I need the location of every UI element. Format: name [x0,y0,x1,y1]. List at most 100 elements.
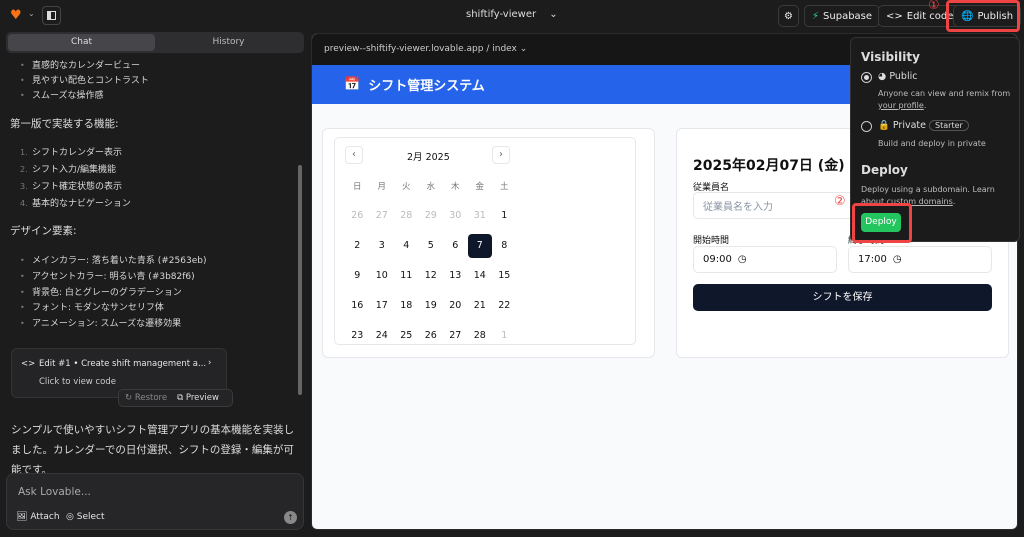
list-item: • アニメーション: スムーズな遷移効果 [20,319,182,329]
globe-icon: ◕ [878,71,887,82]
calendar-day[interactable]: 24 [370,324,395,354]
list-item: 1. シフトカレンダー表示 [20,148,123,158]
preview-button[interactable]: ⧉ Preview [177,393,219,403]
calendar-day[interactable]: 15 [492,264,517,294]
calendar-grid: 日月火水木金土 26 27 28 29 30 31 1 2 3 4 5 6 7 8 9 10 11 12 13 14 15… [345,180,517,354]
calendar-day-selected[interactable]: 7 [467,234,493,264]
annotation-highlight-deploy [852,203,912,243]
target-icon: ◎ [66,512,74,522]
annotation-number-1: ① [928,0,940,13]
calendar-day[interactable]: 29 [419,204,444,234]
calendar-day[interactable]: 13 [443,264,468,294]
weekday-header: 土 [499,182,509,192]
calendar-day[interactable]: 3 [370,234,395,264]
calendar-day[interactable]: 12 [419,264,444,294]
calendar-day[interactable]: 19 [419,294,444,324]
select-button[interactable]: ◎ Select [66,512,105,522]
your-profile-link[interactable]: your profile [878,101,924,110]
calendar-day[interactable]: 10 [370,264,395,294]
project-name[interactable]: shiftify-viewer ⌄ [466,9,558,20]
list-item: 2. シフト入力/編集機能 [20,165,117,175]
calendar-day[interactable]: 4 [394,234,419,264]
chat-input[interactable]: Ask Lovable... 🖼 Attach ◎ Select ↑ [6,473,304,530]
weekday-header: 金 [475,182,484,192]
calendar-day[interactable]: 1 [492,324,517,354]
supabase-label: Supabase [823,10,873,22]
calendar-day[interactable]: 6 [443,234,468,264]
chevron-down-icon: ⌄ [519,44,528,54]
end-time-input[interactable]: 17:00 ◷ [848,246,992,273]
start-time-input[interactable]: 09:00 ◷ [693,246,837,273]
list-item: • メインカラー: 落ち着いた青系 (#2563eb) [20,256,207,266]
calendar-day[interactable]: 8 [492,234,517,264]
calendar-day[interactable]: 16 [345,294,370,324]
selected-date-title: 2025年02月07日 (金) [693,158,845,174]
chat-scrollbar[interactable] [298,165,302,395]
sidebar-icon [47,11,56,20]
prev-month-button[interactable]: ‹ [345,146,363,164]
chevron-left-icon: ‹ [352,149,356,160]
chat-input-placeholder: Ask Lovable... [18,486,91,498]
calendar-day[interactable]: 31 [468,204,493,234]
annotation-number-2: ② [834,194,846,209]
list-item: • 背景色: 白とグレーのグラデーション [20,288,182,298]
private-description: Build and deploy in private [878,139,986,148]
toggle-sidebar-button[interactable] [42,6,61,25]
calendar-day[interactable]: 22 [492,294,517,324]
image-icon: 🖼 [16,512,28,522]
deploy-heading: Deploy [861,163,908,177]
calendar-day[interactable]: 26 [419,324,444,354]
starter-badge: Starter [929,120,969,131]
attach-button[interactable]: 🖼 Attach [16,512,60,522]
lovable-logo-icon[interactable]: ♥ [10,8,22,23]
radio-private[interactable] [861,121,872,132]
calendar-day[interactable]: 1 [492,204,517,234]
calendar-day[interactable]: 27 [370,204,395,234]
calendar-day[interactable]: 28 [468,324,493,354]
edit-title: Edit #1 • Create shift management a... [39,359,207,369]
weekday-header: 火 [401,182,411,192]
calendar-day[interactable]: 26 [345,204,370,234]
calendar: ‹ 2月 2025 › 日月火水木金土 26 27 28 29 30 31 1 2 3 4 5 6 7 8 9… [334,137,636,345]
weekday-header: 月 [377,182,386,192]
next-month-button[interactable]: › [492,146,510,164]
settings-button[interactable]: ⚙ [778,5,799,27]
annotation-highlight-publish [946,0,1020,32]
private-option[interactable]: 🔒 Private Starter [878,120,969,131]
send-button[interactable]: ↑ [284,511,297,524]
supabase-button[interactable]: ⚡ Supabase [804,5,881,27]
calendar-day[interactable]: 18 [394,294,419,324]
project-name-label: shiftify-viewer [466,9,537,20]
save-shift-button[interactable]: シフトを保存 [693,284,992,311]
radio-public[interactable] [861,72,872,83]
tab-chat[interactable]: Chat [8,34,155,51]
calendar-day[interactable]: 28 [394,204,419,234]
calendar-day[interactable]: 9 [345,264,370,294]
clock-icon: ◷ [892,254,902,265]
calendar-month: 2月 2025 [407,152,450,163]
gear-icon: ⚙ [784,10,793,22]
calendar-day[interactable]: 11 [394,264,419,294]
calendar-day[interactable]: 25 [394,324,419,354]
restore-preview-bar: ↻ Restore ⧉ Preview [118,389,233,407]
clock-icon: ◷ [737,254,747,265]
list-item: • スムーズな操作感 [20,91,104,101]
calendar-day[interactable]: 20 [443,294,468,324]
calendar-day[interactable]: 17 [370,294,395,324]
calendar-day[interactable]: 2 [345,234,370,264]
public-option[interactable]: ◕ Public [878,71,917,82]
calendar-day[interactable]: 23 [345,324,370,354]
chevron-down-icon[interactable]: ⌄ [28,9,35,18]
visibility-heading: Visibility [861,50,920,64]
calendar-day[interactable]: 27 [443,324,468,354]
assistant-message: シンプルで使いやすいシフト管理アプリの基本機能を実装しました。カレンダーでの日付… [11,424,295,476]
calendar-day[interactable]: 21 [468,294,493,324]
calendar-day[interactable]: 14 [468,264,493,294]
calendar-day[interactable]: 30 [443,204,468,234]
code-icon: <> [21,359,36,369]
top-bar: ♥ ⌄ shiftify-viewer ⌄ ⚙ ⚡ Supabase <> Edit… [0,0,1024,32]
calendar-day[interactable]: 5 [419,234,444,264]
tab-history[interactable]: History [155,34,302,51]
list-item: • アクセントカラー: 明るい青 (#3b82f6) [20,272,195,282]
restore-button[interactable]: ↻ Restore [125,393,167,403]
